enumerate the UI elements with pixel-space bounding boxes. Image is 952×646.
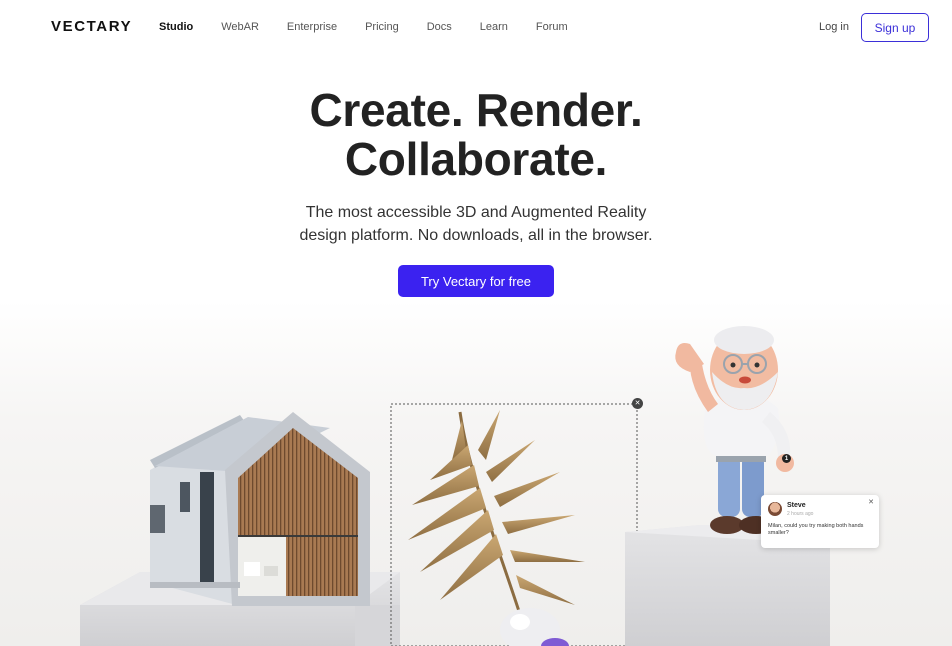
comment-timestamp: 2 hours ago: [787, 511, 814, 517]
comment-pin[interactable]: 1: [782, 454, 791, 463]
try-vectary-button[interactable]: Try Vectary for free: [398, 265, 554, 297]
comment-card: Steve 2 hours ago Milan, could you try m…: [761, 495, 879, 548]
hero-3d-scene: [0, 300, 952, 646]
comment-author: Steve: [787, 502, 806, 509]
hero-subtitle-line-2: design platform. No downloads, all in th…: [299, 227, 653, 244]
nav-link-learn[interactable]: Learn: [480, 21, 508, 33]
palm-leaf-model: [408, 410, 585, 646]
selection-close-icon[interactable]: ✕: [632, 398, 643, 409]
comment-text: Milan, could you try making both hands s…: [768, 523, 864, 536]
hero-subtitle: The most accessible 3D and Augmented Rea…: [0, 201, 952, 247]
hero-subtitle-line-1: The most accessible 3D and Augmented Rea…: [305, 204, 647, 221]
top-navigation: VECTARY Studio WebAR Enterprise Pricing …: [0, 0, 952, 56]
hero-headline-line-2: Collaborate.: [344, 133, 608, 185]
hero-headline: Create. Render. Collaborate.: [0, 86, 952, 184]
nav-link-forum[interactable]: Forum: [536, 21, 568, 33]
signup-button[interactable]: Sign up: [861, 13, 929, 42]
nav-links: Studio WebAR Enterprise Pricing Docs Lea…: [159, 21, 596, 33]
nav-link-pricing[interactable]: Pricing: [365, 21, 399, 33]
close-icon[interactable]: ✕: [868, 498, 874, 506]
login-link[interactable]: Log in: [819, 21, 849, 33]
nav-link-docs[interactable]: Docs: [427, 21, 452, 33]
nav-link-studio[interactable]: Studio: [159, 21, 193, 33]
house-model: [150, 412, 370, 606]
nav-link-webar[interactable]: WebAR: [221, 21, 259, 33]
scene-illustration: [80, 326, 830, 646]
hero-headline-line-1: Create. Render.: [309, 84, 643, 136]
avatar: [768, 502, 782, 516]
nav-link-enterprise[interactable]: Enterprise: [287, 21, 337, 33]
vectary-logo[interactable]: VECTARY: [51, 18, 132, 35]
